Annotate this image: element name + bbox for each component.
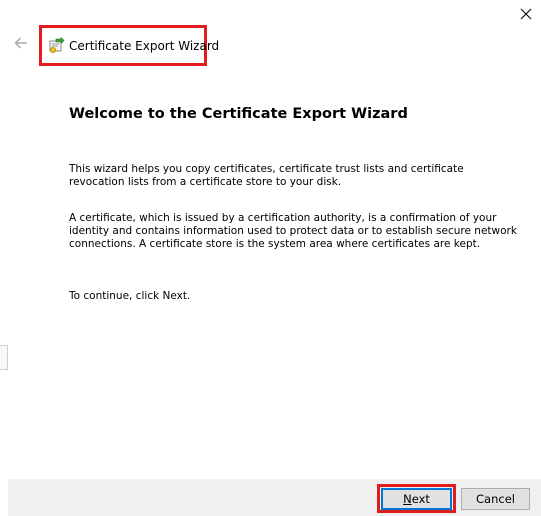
intro-paragraph: This wizard helps you copy certificates,… bbox=[69, 163, 464, 188]
next-button-label: Next bbox=[403, 492, 430, 506]
window-title: Certificate Export Wizard bbox=[69, 38, 220, 53]
close-icon bbox=[520, 8, 532, 20]
cancel-button-label: Cancel bbox=[476, 492, 515, 506]
continue-instruction: To continue, click Next. bbox=[69, 290, 191, 302]
back-button[interactable] bbox=[10, 33, 32, 53]
cancel-button[interactable]: Cancel bbox=[461, 488, 530, 510]
page-heading: Welcome to the Certificate Export Wizard bbox=[69, 106, 408, 122]
close-button[interactable] bbox=[512, 2, 540, 26]
certificate-description-paragraph: A certificate, which is issued by a cert… bbox=[69, 212, 517, 250]
wizard-window: Certificate Export Wizard Welcome to the… bbox=[0, 0, 541, 516]
certificate-wizard-icon bbox=[47, 36, 65, 55]
next-button[interactable]: Next bbox=[381, 488, 452, 510]
background-window-edge bbox=[0, 345, 8, 370]
back-arrow-icon bbox=[14, 37, 27, 49]
wizard-title-bar: Certificate Export Wizard bbox=[39, 25, 219, 66]
